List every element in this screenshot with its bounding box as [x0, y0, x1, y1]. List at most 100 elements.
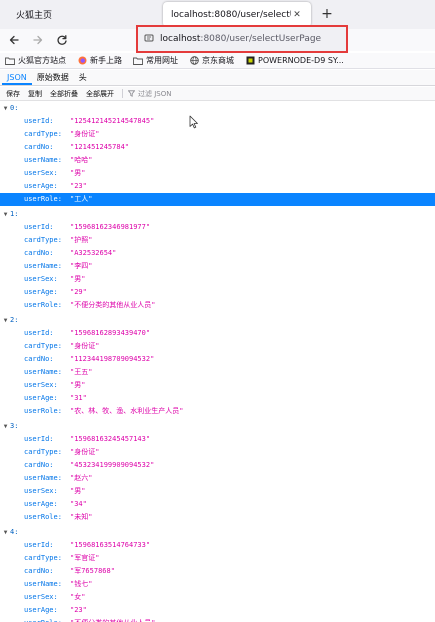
json-value: "125412145214547845"	[70, 117, 155, 125]
tab-raw-data[interactable]: 原始数据	[32, 70, 74, 85]
json-field-row[interactable]: userId: "125412145214547845"	[0, 115, 435, 128]
tab-headers[interactable]: 头	[74, 70, 92, 85]
expand-toggle-icon[interactable]: ▼	[1, 314, 10, 327]
json-field-row[interactable]: userAge: "23"	[0, 604, 435, 617]
save-button[interactable]: 保存	[6, 89, 20, 99]
json-field-row[interactable]: cardNo: "112344198709094532"	[0, 353, 435, 366]
bookmark-getting-started[interactable]: 新手上路	[77, 55, 122, 66]
json-key: userName:	[24, 156, 62, 164]
expand-toggle-icon[interactable]: ▼	[1, 420, 10, 433]
bookmark-label: 火狐官方站点	[18, 56, 66, 65]
expand-toggle-icon[interactable]: ▼	[1, 208, 10, 221]
json-field-row[interactable]: userName: "王五"	[0, 366, 435, 379]
json-field-row[interactable]: userSex: "男"	[0, 379, 435, 392]
json-index-row[interactable]: ▼ 2:	[0, 314, 435, 327]
json-field-row[interactable]: cardType: "身份证"	[0, 128, 435, 141]
json-index-row[interactable]: ▼ 1:	[0, 208, 435, 221]
json-key: userId:	[24, 223, 54, 231]
json-field-row[interactable]: userRole: "不便分类的其他从业人员"	[0, 617, 435, 622]
json-key: userId:	[24, 329, 54, 337]
json-value: "A32532654"	[70, 249, 117, 257]
json-field-row[interactable]: userRole: "未知"	[0, 511, 435, 524]
tab-firefox-home[interactable]: 火狐主页	[8, 2, 158, 27]
json-field-row[interactable]: userId: "15968163245457143"	[0, 433, 435, 446]
globe-icon	[189, 56, 199, 65]
tab-label: 火狐主页	[16, 11, 53, 21]
url-path: :8080/user/selectUserPage	[200, 34, 322, 44]
json-field-row[interactable]: cardType: "护照"	[0, 234, 435, 247]
json-field-row[interactable]: cardNo: "121451245784"	[0, 141, 435, 154]
json-value: "身份证"	[70, 130, 100, 138]
json-field-row[interactable]: userAge: "29"	[0, 286, 435, 299]
bookmark-label: 常用网址	[146, 56, 178, 65]
json-field-row[interactable]: cardNo: "453234199909094532"	[0, 459, 435, 472]
copy-button[interactable]: 复制	[28, 89, 42, 99]
json-field-row[interactable]: userSex: "女"	[0, 591, 435, 604]
json-key: userName:	[24, 580, 62, 588]
json-key: cardType:	[24, 236, 62, 244]
forward-icon[interactable]	[29, 32, 47, 48]
json-key: userName:	[24, 262, 62, 270]
json-value: "王五"	[70, 368, 93, 376]
expand-toggle-icon[interactable]: ▼	[1, 526, 10, 539]
json-index-row[interactable]: ▼ 0:	[0, 102, 435, 115]
page-info-icon[interactable]	[144, 33, 156, 45]
json-key: userSex:	[24, 593, 58, 601]
json-value: "钱七"	[70, 580, 93, 588]
json-field-row[interactable]: userId: "15968163514764733"	[0, 539, 435, 552]
json-key: userRole:	[24, 617, 62, 622]
json-value: "男"	[70, 381, 86, 389]
close-icon[interactable]: ✕	[291, 10, 303, 20]
json-key: userAge:	[24, 606, 58, 614]
json-field-row[interactable]: userSex: "男"	[0, 167, 435, 180]
back-icon[interactable]	[5, 32, 23, 48]
new-tab-icon[interactable]: +	[318, 5, 336, 23]
json-field-row[interactable]: cardType: "身份证"	[0, 340, 435, 353]
json-value: "女"	[70, 593, 86, 601]
tab-json[interactable]: JSON	[2, 70, 32, 85]
json-field-row[interactable]: userAge: "23"	[0, 180, 435, 193]
bookmark-jd[interactable]: 京东商城	[189, 55, 234, 66]
json-value: "34"	[70, 500, 87, 508]
json-field-row[interactable]: userName: "钱七"	[0, 578, 435, 591]
json-field-row[interactable]: cardType: "身份证"	[0, 446, 435, 459]
json-toolbar: 保存 复制 全部折叠 全部展开 过滤 JSON	[0, 87, 435, 101]
json-field-row[interactable]: userName: "哈哈"	[0, 154, 435, 167]
json-field-row[interactable]: userRole: "不便分类的其他从业人员"	[0, 299, 435, 312]
reload-icon[interactable]	[53, 32, 71, 48]
json-field-row[interactable]: userRole: "农、林、牧、渔、水利业生产人员"	[0, 405, 435, 418]
json-field-row[interactable]: userRole: "工人"	[0, 193, 435, 206]
url-bar[interactable]: localhost:8080/user/selectUserPage	[136, 25, 348, 53]
json-field-row[interactable]: userId: "15968162893439470"	[0, 327, 435, 340]
filter-json-input[interactable]: 过滤 JSON	[128, 89, 171, 99]
json-field-row[interactable]: userSex: "男"	[0, 273, 435, 286]
json-field-row[interactable]: cardNo: "军7657868"	[0, 565, 435, 578]
json-key: userName:	[24, 474, 62, 482]
json-index-label: 3:	[10, 422, 19, 430]
json-index-row[interactable]: ▼ 4:	[0, 526, 435, 539]
json-key: userSex:	[24, 487, 58, 495]
bookmark-firefox-official[interactable]: 火狐官方站点	[5, 55, 66, 66]
toolbar-divider	[122, 89, 123, 98]
tab-localhost[interactable]: localhost:8080/user/selectUserPage ✕	[163, 2, 311, 27]
json-field-row[interactable]: cardType: "军官证"	[0, 552, 435, 565]
bookmark-powernode[interactable]: POWERNODE-D9 SY...	[245, 56, 344, 65]
json-key: userRole:	[24, 195, 62, 203]
json-field-row[interactable]: userAge: "34"	[0, 498, 435, 511]
json-field-row[interactable]: userName: "赵六"	[0, 472, 435, 485]
json-field-row[interactable]: userName: "李四"	[0, 260, 435, 273]
bookmark-common-sites[interactable]: 常用网址	[133, 55, 178, 66]
json-field-row[interactable]: userSex: "男"	[0, 485, 435, 498]
json-field-row[interactable]: cardNo: "A32532654"	[0, 247, 435, 260]
json-index-row[interactable]: ▼ 3:	[0, 420, 435, 433]
tab-label: localhost:8080/user/selectUserPage	[171, 9, 291, 20]
collapse-all-button[interactable]: 全部折叠	[50, 89, 78, 99]
json-value: "身份证"	[70, 342, 100, 350]
json-field-row[interactable]: userAge: "31"	[0, 392, 435, 405]
json-value: "哈哈"	[70, 156, 93, 164]
json-index-label: 0:	[10, 104, 19, 112]
json-value: "李四"	[70, 262, 93, 270]
expand-all-button[interactable]: 全部展开	[86, 89, 114, 99]
json-field-row[interactable]: userId: "15968162346981977"	[0, 221, 435, 234]
expand-toggle-icon[interactable]: ▼	[1, 102, 10, 115]
